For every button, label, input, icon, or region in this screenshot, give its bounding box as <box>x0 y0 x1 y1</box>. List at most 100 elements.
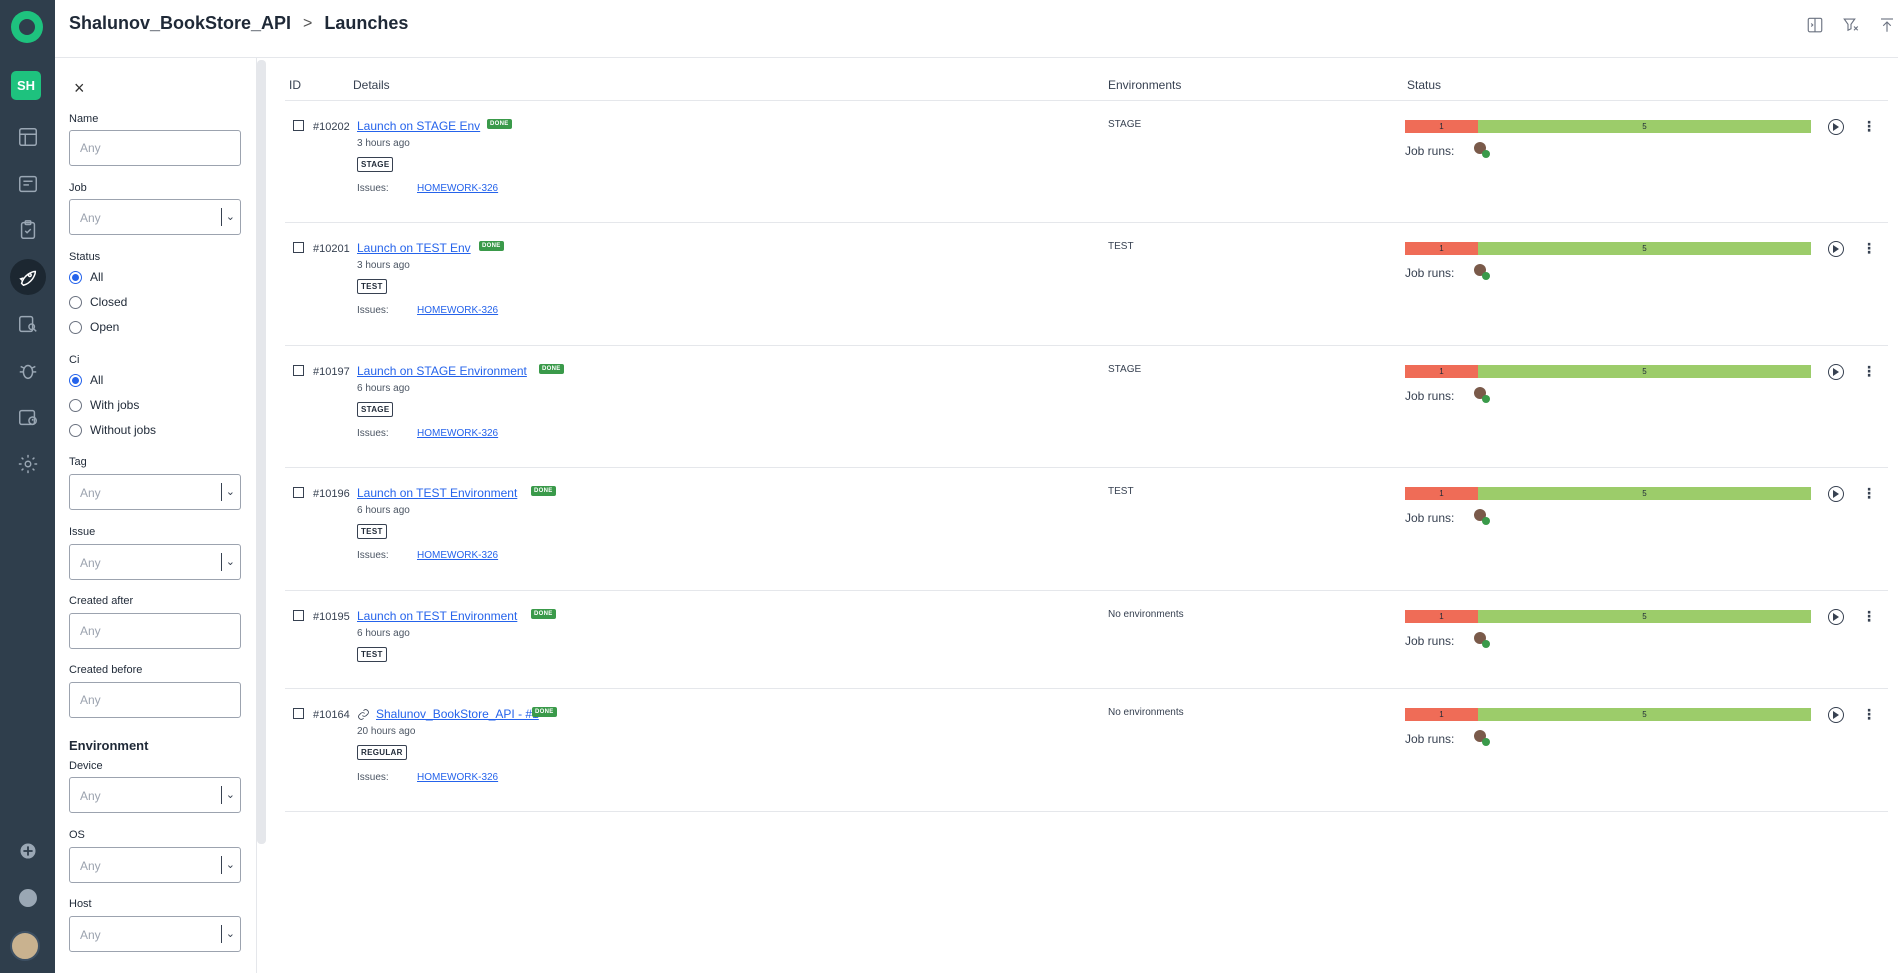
more-actions-icon[interactable]: ⋮ <box>1862 707 1876 721</box>
rerun-icon[interactable] <box>1828 609 1844 625</box>
launch-name-link[interactable]: Launch on STAGE Env <box>357 119 480 133</box>
close-filter-icon[interactable]: × <box>74 78 85 99</box>
column-header-status: Status <box>1407 78 1442 92</box>
bugs-icon[interactable] <box>0 351 55 391</box>
row-checkbox[interactable] <box>293 365 304 376</box>
more-actions-icon[interactable]: ⋮ <box>1862 609 1876 623</box>
done-badge: DONE <box>532 707 557 717</box>
passed-count: 5 <box>1478 120 1811 133</box>
tag-select[interactable]: Any ⌄ <box>69 474 241 510</box>
launch-tag: STAGE <box>357 402 394 417</box>
dashboard-icon[interactable] <box>0 117 55 157</box>
job-run-avatar[interactable] <box>1474 387 1490 403</box>
rerun-icon[interactable] <box>1828 241 1844 257</box>
rerun-icon[interactable] <box>1828 119 1844 135</box>
breadcrumb-project[interactable]: Shalunov_BookStore_API <box>69 13 291 34</box>
ci-radio-all[interactable]: All <box>69 373 103 387</box>
user-avatar[interactable] <box>10 931 40 961</box>
job-runs-label: Job runs: <box>1405 144 1455 158</box>
app-logo-icon[interactable] <box>11 11 43 43</box>
os-select[interactable]: Any ⌄ <box>69 847 241 883</box>
launch-name-link[interactable]: Launch on TEST Environment <box>357 609 517 623</box>
breadcrumb: Shalunov_BookStore_API > Launches <box>69 13 408 34</box>
issue-link[interactable]: HOMEWORK-326 <box>417 428 498 439</box>
launch-id: #10197 <box>313 366 350 378</box>
filter-scrollbar[interactable] <box>257 60 266 844</box>
host-select[interactable]: Any ⌄ <box>69 916 241 952</box>
job-run-avatar[interactable] <box>1474 632 1490 648</box>
done-badge: DONE <box>531 486 556 496</box>
job-run-avatar[interactable] <box>1474 142 1490 158</box>
issue-link[interactable]: HOMEWORK-326 <box>417 772 498 783</box>
test-cases-icon[interactable] <box>0 210 55 250</box>
issue-select[interactable]: Any ⌄ <box>69 544 241 580</box>
done-badge: DONE <box>531 609 556 619</box>
rerun-icon[interactable] <box>1828 707 1844 723</box>
ci-radio-without-jobs[interactable]: Without jobs <box>69 423 156 437</box>
environment-value: No environments <box>1108 609 1184 620</box>
passed-count: 5 <box>1478 487 1811 500</box>
analytics-icon[interactable] <box>0 304 55 344</box>
project-avatar[interactable]: SH <box>11 71 41 100</box>
launch-name-link[interactable]: Shalunov_BookStore_API - #1 <box>357 707 539 721</box>
more-actions-icon[interactable]: ⋮ <box>1862 364 1876 378</box>
name-input[interactable]: Any <box>69 130 241 166</box>
page-title: Launches <box>324 13 409 33</box>
job-select[interactable]: Any ⌄ <box>69 199 241 235</box>
ci-radio-with-jobs[interactable]: With jobs <box>69 398 139 412</box>
job-run-avatar[interactable] <box>1474 730 1490 746</box>
compare-icon[interactable] <box>1804 14 1826 36</box>
environment-value: STAGE <box>1108 364 1142 375</box>
row-checkbox[interactable] <box>293 487 304 498</box>
page-header: Shalunov_BookStore_API > Launches <box>55 0 1898 58</box>
table-row[interactable]: #10201 Launch on TEST Env DONE 3 hours a… <box>285 223 1888 346</box>
table-row[interactable]: #10196 Launch on TEST Environment DONE 6… <box>285 468 1888 591</box>
table-row[interactable]: #10197 Launch on STAGE Environment DONE … <box>285 346 1888 468</box>
job-run-avatar[interactable] <box>1474 264 1490 280</box>
issue-link[interactable]: HOMEWORK-326 <box>417 305 498 316</box>
issue-link[interactable]: HOMEWORK-326 <box>417 550 498 561</box>
clear-filter-icon[interactable] <box>1840 14 1862 36</box>
status-radio-open[interactable]: Open <box>69 320 119 334</box>
failed-count: 1 <box>1405 242 1478 255</box>
job-runs-label: Job runs: <box>1405 266 1455 280</box>
more-actions-icon[interactable]: ⋮ <box>1862 486 1876 500</box>
add-icon[interactable] <box>0 831 55 871</box>
device-select[interactable]: Any ⌄ <box>69 777 241 813</box>
rerun-icon[interactable] <box>1828 486 1844 502</box>
launches-icon[interactable] <box>0 257 55 297</box>
more-actions-icon[interactable]: ⋮ <box>1862 119 1876 133</box>
settings-icon[interactable] <box>0 444 55 484</box>
chevron-down-icon: ⌄ <box>225 211 235 223</box>
device-label: Device <box>69 760 103 772</box>
header-actions <box>1804 14 1898 36</box>
created-after-input[interactable]: Any <box>69 613 241 649</box>
plans-icon[interactable] <box>0 397 55 437</box>
done-badge: DONE <box>479 241 504 251</box>
launch-name-link[interactable]: Launch on STAGE Environment <box>357 364 527 378</box>
table-row[interactable]: #10164 Shalunov_BookStore_API - #1 DONE … <box>285 689 1888 812</box>
row-checkbox[interactable] <box>293 708 304 719</box>
issue-link[interactable]: HOMEWORK-326 <box>417 183 498 194</box>
created-before-input[interactable]: Any <box>69 682 241 718</box>
test-runs-icon[interactable] <box>0 164 55 204</box>
status-radio-closed[interactable]: Closed <box>69 295 127 309</box>
row-checkbox[interactable] <box>293 610 304 621</box>
launch-time: 6 hours ago <box>357 505 410 516</box>
rerun-icon[interactable] <box>1828 364 1844 380</box>
row-checkbox[interactable] <box>293 120 304 131</box>
more-actions-icon[interactable]: ⋮ <box>1862 241 1876 255</box>
status-radio-all[interactable]: All <box>69 270 103 284</box>
host-label: Host <box>69 898 92 910</box>
job-runs-label: Job runs: <box>1405 511 1455 525</box>
row-checkbox[interactable] <box>293 242 304 253</box>
table-row[interactable]: #10202 Launch on STAGE Env DONE 3 hours … <box>285 101 1888 223</box>
environment-value: STAGE <box>1108 119 1142 130</box>
passed-count: 5 <box>1478 365 1811 378</box>
launch-name-link[interactable]: Launch on TEST Environment <box>357 486 517 500</box>
collapse-icon[interactable] <box>1876 14 1898 36</box>
job-run-avatar[interactable] <box>1474 509 1490 525</box>
help-icon[interactable] <box>0 878 55 918</box>
launch-name-link[interactable]: Launch on TEST Env <box>357 241 471 255</box>
table-row[interactable]: #10195 Launch on TEST Environment DONE 6… <box>285 591 1888 689</box>
